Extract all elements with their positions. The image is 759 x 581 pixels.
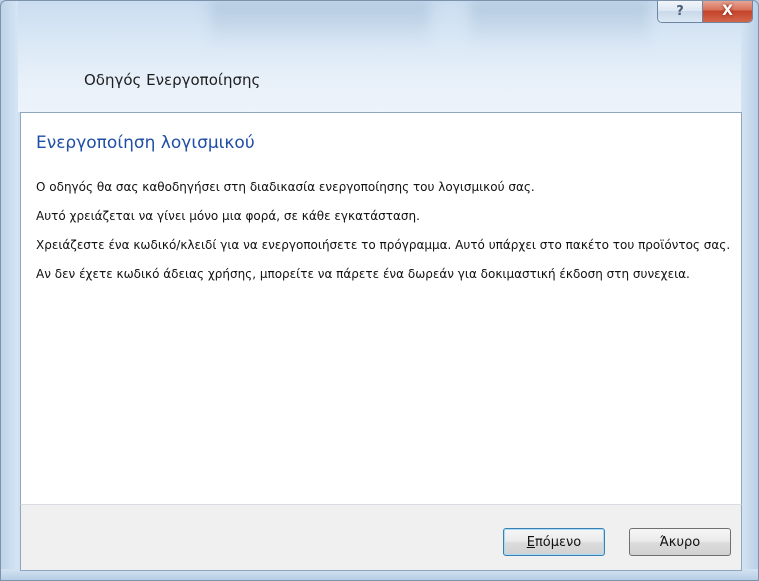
cancel-button-label: Άκυρο: [659, 534, 701, 550]
page-heading: Ενεργοποίηση λογισμικού: [36, 133, 255, 153]
command-area: Επόμενο Άκυρο: [20, 504, 742, 571]
instructions: Ο οδηγός θα σας καθοδηγήσει στη διαδικασ…: [36, 179, 733, 295]
glass-reflection: [470, 0, 650, 46]
help-icon: ?: [676, 3, 684, 19]
content-pane: Ενεργοποίηση λογισμικού Ο οδηγός θα σας …: [20, 112, 742, 505]
window-frame-left: [0, 0, 18, 581]
help-button[interactable]: ?: [658, 0, 703, 22]
caption-buttons: ? X: [657, 0, 753, 23]
paragraph-trial: Αν δεν έχετε κωδικό άδειας χρήσης, μπορε…: [36, 267, 690, 281]
window-title: Οδηγός Ενεργοποίησης: [84, 71, 261, 89]
paragraph-key: Χρειάζεστε ένα κωδικό/κλειδί για να ενερ…: [36, 238, 731, 252]
paragraph-once: Αυτό χρειάζεται να γίνει μόνο μια φορά, …: [36, 209, 420, 223]
close-icon: X: [722, 3, 733, 19]
next-button[interactable]: Επόμενο: [503, 528, 605, 556]
glass-reflection: [210, 0, 430, 46]
paragraph-intro: Ο οδηγός θα σας καθοδηγήσει στη διαδικασ…: [36, 180, 535, 194]
cancel-button[interactable]: Άκυρο: [629, 528, 731, 556]
wizard-window: ? X Οδηγός Ενεργοποίησης Ενεργοποίηση λο…: [0, 0, 759, 581]
window-frame-right: [741, 0, 759, 581]
close-button[interactable]: X: [703, 0, 752, 22]
next-button-label: Επόμενο: [526, 534, 582, 550]
